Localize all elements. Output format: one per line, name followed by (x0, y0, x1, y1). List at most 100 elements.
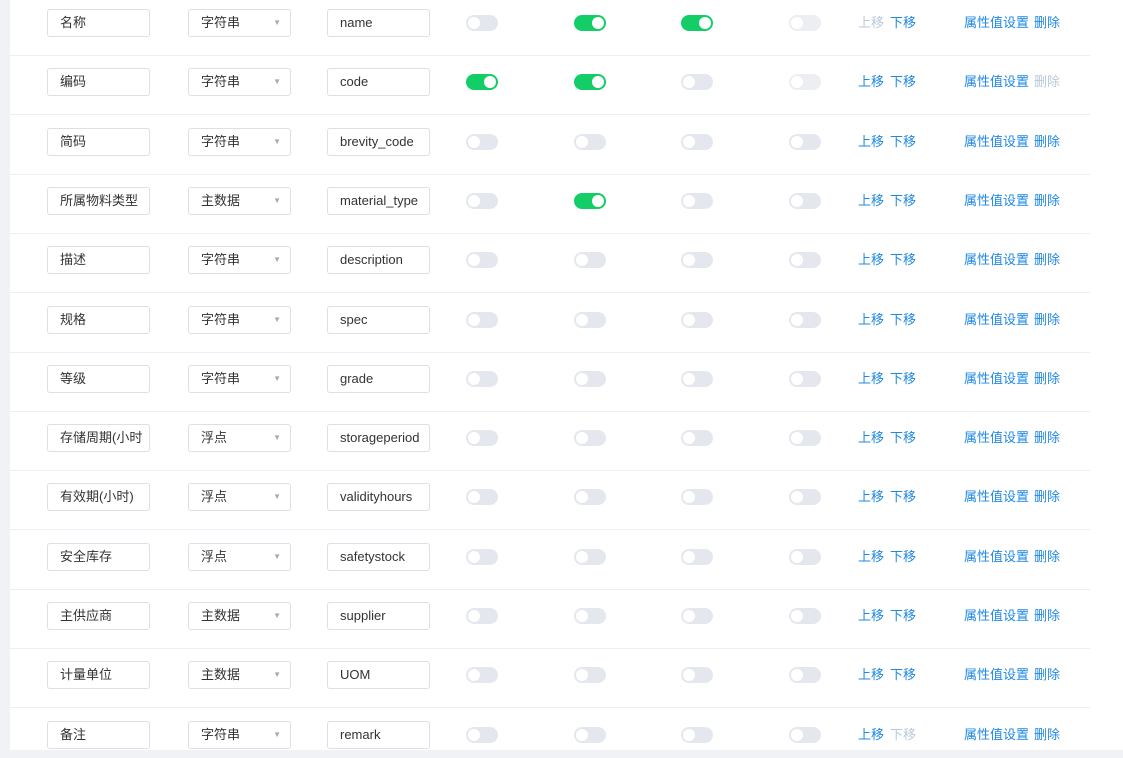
toggle-switch-3[interactable] (681, 489, 713, 506)
delete-button[interactable]: 删除 (1034, 667, 1060, 683)
attribute-settings-button[interactable]: 属性值设置 (964, 193, 1029, 209)
toggle-switch-4[interactable] (789, 726, 821, 743)
toggle-switch-2[interactable] (574, 252, 606, 269)
toggle-switch-3[interactable] (681, 15, 713, 31)
attribute-settings-button[interactable]: 属性值设置 (964, 489, 1029, 505)
toggle-switch-4[interactable] (789, 192, 821, 209)
move-up-button[interactable]: 上移 (858, 312, 884, 328)
toggle-switch-3[interactable] (681, 311, 713, 328)
toggle-switch-2[interactable] (574, 370, 606, 387)
toggle-switch-1[interactable] (466, 311, 498, 328)
toggle-switch-3[interactable] (681, 74, 713, 91)
field-code-input[interactable]: code (327, 68, 430, 97)
toggle-switch-3[interactable] (681, 192, 713, 209)
attribute-name-input[interactable]: 描述 (47, 246, 150, 275)
toggle-switch-4[interactable] (789, 608, 821, 624)
attribute-name-input[interactable]: 安全库存 (47, 542, 150, 571)
delete-button[interactable]: 删除 (1034, 727, 1060, 743)
attribute-settings-button[interactable]: 属性值设置 (964, 134, 1029, 150)
move-down-button[interactable]: 下移 (890, 430, 916, 446)
delete-button[interactable]: 删除 (1034, 252, 1060, 268)
move-down-button[interactable]: 下移 (890, 74, 916, 90)
field-code-input[interactable]: material_type (327, 186, 430, 215)
delete-button[interactable]: 删除 (1034, 312, 1060, 328)
toggle-switch-4[interactable] (789, 252, 821, 269)
move-down-button[interactable]: 下移 (890, 608, 916, 624)
toggle-switch-1[interactable] (466, 608, 498, 624)
toggle-switch-2[interactable] (574, 726, 606, 743)
attribute-name-input[interactable]: 存储周期(小时 (47, 424, 150, 453)
attribute-name-input[interactable]: 备注 (47, 720, 150, 749)
attribute-type-select[interactable]: 字符串 ▼ (188, 9, 291, 37)
toggle-switch-4[interactable] (789, 370, 821, 387)
attribute-type-select[interactable]: 主数据 ▼ (188, 602, 291, 630)
toggle-switch-3[interactable] (681, 667, 713, 684)
field-code-input[interactable]: storageperiod (327, 424, 430, 453)
toggle-switch-3[interactable] (681, 370, 713, 387)
field-code-input[interactable]: safetystock (327, 542, 430, 571)
attribute-settings-button[interactable]: 属性值设置 (964, 15, 1029, 31)
toggle-switch-4[interactable] (789, 430, 821, 447)
toggle-switch-1[interactable] (466, 726, 498, 743)
toggle-switch-4[interactable] (789, 311, 821, 328)
toggle-switch-1[interactable] (466, 252, 498, 269)
delete-button[interactable]: 删除 (1034, 15, 1060, 31)
attribute-name-input[interactable]: 有效期(小时) (47, 483, 150, 512)
attribute-type-select[interactable]: 字符串 ▼ (188, 246, 291, 275)
toggle-switch-2[interactable] (574, 489, 606, 506)
move-up-button[interactable]: 上移 (858, 727, 884, 743)
move-up-button[interactable]: 上移 (858, 667, 884, 683)
attribute-settings-button[interactable]: 属性值设置 (964, 252, 1029, 268)
toggle-switch-2[interactable] (574, 192, 606, 209)
toggle-switch-2[interactable] (574, 548, 606, 565)
attribute-settings-button[interactable]: 属性值设置 (964, 371, 1029, 387)
move-down-button[interactable]: 下移 (890, 371, 916, 387)
field-code-input[interactable]: name (327, 9, 430, 37)
attribute-settings-button[interactable]: 属性值设置 (964, 74, 1029, 90)
attribute-settings-button[interactable]: 属性值设置 (964, 430, 1029, 446)
attribute-name-input[interactable]: 等级 (47, 364, 150, 393)
attribute-type-select[interactable]: 浮点 ▼ (188, 483, 291, 512)
delete-button[interactable]: 删除 (1034, 430, 1060, 446)
delete-button[interactable]: 删除 (1034, 489, 1060, 505)
toggle-switch-2[interactable] (574, 667, 606, 684)
toggle-switch-1[interactable] (466, 489, 498, 506)
delete-button[interactable]: 删除 (1034, 608, 1060, 624)
attribute-type-select[interactable]: 字符串 ▼ (188, 305, 291, 334)
attribute-settings-button[interactable]: 属性值设置 (964, 549, 1029, 565)
attribute-type-select[interactable]: 浮点 ▼ (188, 542, 291, 571)
toggle-switch-4[interactable] (789, 133, 821, 150)
delete-button[interactable]: 删除 (1034, 193, 1060, 209)
move-up-button[interactable]: 上移 (858, 489, 884, 505)
attribute-name-input[interactable]: 编码 (47, 68, 150, 97)
delete-button[interactable]: 删除 (1034, 549, 1060, 565)
field-code-input[interactable]: UOM (327, 661, 430, 690)
field-code-input[interactable]: grade (327, 364, 430, 393)
toggle-switch-1[interactable] (466, 548, 498, 565)
move-down-button[interactable]: 下移 (890, 15, 916, 31)
toggle-switch-2[interactable] (574, 74, 606, 91)
attribute-settings-button[interactable]: 属性值设置 (964, 608, 1029, 624)
field-code-input[interactable]: description (327, 246, 430, 275)
field-code-input[interactable]: remark (327, 720, 430, 749)
move-down-button[interactable]: 下移 (890, 667, 916, 683)
move-up-button[interactable]: 上移 (858, 252, 884, 268)
attribute-name-input[interactable]: 主供应商 (47, 602, 150, 630)
move-down-button[interactable]: 下移 (890, 193, 916, 209)
attribute-settings-button[interactable]: 属性值设置 (964, 667, 1029, 683)
attribute-type-select[interactable]: 字符串 ▼ (188, 127, 291, 156)
attribute-name-input[interactable]: 名称 (47, 9, 150, 37)
toggle-switch-1[interactable] (466, 15, 498, 31)
attribute-name-input[interactable]: 所属物料类型 (47, 186, 150, 215)
move-down-button[interactable]: 下移 (890, 489, 916, 505)
toggle-switch-1[interactable] (466, 133, 498, 150)
toggle-switch-3[interactable] (681, 548, 713, 565)
attribute-type-select[interactable]: 主数据 ▼ (188, 661, 291, 690)
attribute-type-select[interactable]: 字符串 ▼ (188, 68, 291, 97)
attribute-type-select[interactable]: 浮点 ▼ (188, 424, 291, 453)
move-down-button[interactable]: 下移 (890, 252, 916, 268)
field-code-input[interactable]: validityhours (327, 483, 430, 512)
attribute-type-select[interactable]: 字符串 ▼ (188, 364, 291, 393)
toggle-switch-3[interactable] (681, 133, 713, 150)
toggle-switch-4[interactable] (789, 489, 821, 506)
